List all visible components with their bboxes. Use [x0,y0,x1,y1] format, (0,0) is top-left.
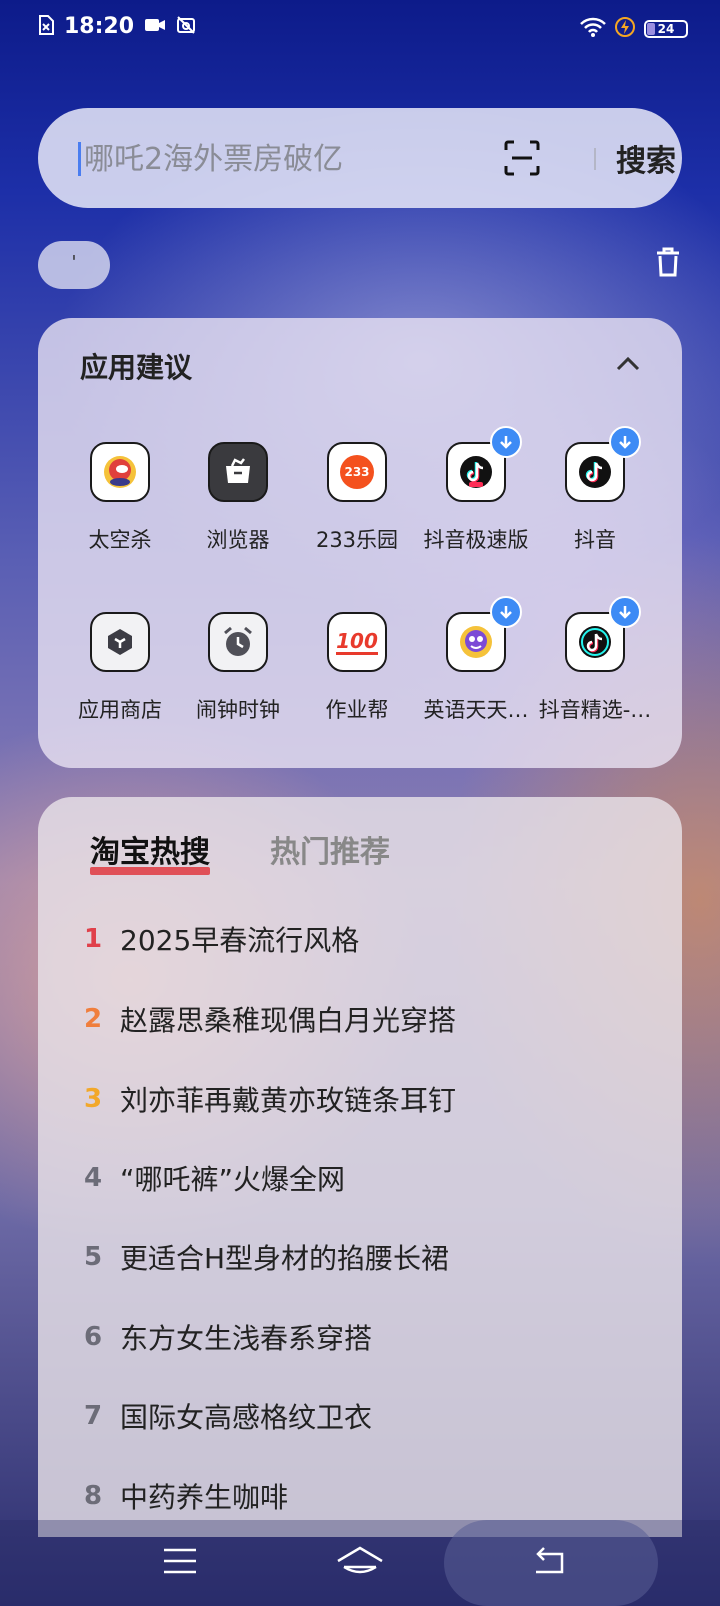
hot-item[interactable]: 7 国际女高感格纹卫衣 [84,1396,372,1436]
back-button[interactable] [510,1520,590,1606]
hot-text: 中药养生咖啡 [120,1481,289,1514]
trash-icon[interactable] [654,246,682,278]
space-kill-icon [90,442,150,502]
hot-text: 东方女生浅春系穿搭 [120,1322,373,1355]
app-label: 233乐园 [315,528,399,552]
hot-rank: 6 [84,1322,103,1352]
hot-rank: 1 [84,924,103,954]
text-caret [78,142,81,176]
fast-charging-icon [614,16,636,42]
search-input[interactable] [82,138,476,180]
chevron-up-icon[interactable] [614,354,642,374]
english-daily-icon [446,596,522,672]
hot-text: 2025早春流行风格 [120,924,360,957]
hot-text: 国际女高感格纹卫衣 [120,1401,373,1434]
hot-item[interactable]: 3 刘亦菲再戴黄亦玫链条耳钉 [84,1079,456,1119]
app-label: 抖音 [574,528,616,552]
app-douyin[interactable]: 抖音 [535,426,655,554]
home-icon [336,1545,384,1581]
hot-text: “哪吒裤”火爆全网 [120,1163,346,1196]
douyin-icon [565,426,641,502]
douyin-featured-icon [565,596,641,672]
sim-icon [38,14,54,39]
download-icon [609,596,641,628]
app-label: 作业帮 [325,698,389,722]
hot-text: 刘亦菲再戴黄亦玫链条耳钉 [120,1084,457,1117]
clock-time: 18:20 [64,14,135,39]
menu-button[interactable] [140,1520,220,1606]
app-suggestions-title: 应用建议 [80,351,193,384]
browser-icon [208,442,268,502]
zuoyebang-icon: 100 [327,612,387,672]
233-icon-text: 233 [340,455,374,489]
video-camera-icon [144,17,166,37]
history-chip[interactable]: ' [38,241,110,289]
search-divider [594,148,596,170]
app-label: 抖音精选-… [538,698,652,722]
back-icon [532,1546,568,1580]
scan-icon[interactable] [502,138,542,178]
search-bar: 搜索 [38,108,682,208]
app-label: 英语天天… [423,698,529,722]
hot-rank: 3 [84,1084,103,1114]
download-icon [609,426,641,458]
hot-item[interactable]: 5 更适合H型身材的掐腰长裙 [84,1237,449,1277]
hot-item[interactable]: 2 赵露思桑稚现偶白月光穿搭 [84,999,456,1039]
alarm-clock-icon [208,612,268,672]
app-douyin-featured[interactable]: 抖音精选-… [535,596,655,724]
search-button[interactable]: 搜索 [616,136,676,180]
tab-hot-recommend[interactable]: 热门推荐 [270,827,390,871]
hot-rank: 5 [84,1242,103,1272]
menu-icon [162,1547,198,1579]
download-icon [490,426,522,458]
hot-search-card: 淘宝热搜 热门推荐 1 2025早春流行风格 2 赵露思桑稚现偶白月光穿搭 3 … [38,797,682,1537]
app-label: 太空杀 [88,528,152,552]
home-button[interactable] [320,1520,400,1606]
battery-icon: 24 [644,20,688,38]
app-233[interactable]: 233 233乐园 [297,442,417,554]
app-douyin-lite[interactable]: 抖音极速版 [416,426,536,554]
app-label: 浏览器 [206,528,270,552]
hot-text: 赵露思桑稚现偶白月光穿搭 [120,1004,457,1037]
app-english-daily[interactable]: 英语天天… [416,596,536,724]
wifi-icon [580,17,606,41]
navigation-bar [0,1520,720,1606]
zuoyebang-icon-text: 100 [336,628,378,655]
hot-rank: 4 [84,1163,103,1193]
app-browser[interactable]: 浏览器 [178,442,298,554]
app-zuoyebang[interactable]: 100 作业帮 [297,612,417,724]
app-label: 闹钟时钟 [196,698,280,722]
hot-rank: 2 [84,1004,103,1034]
hot-item[interactable]: 1 2025早春流行风格 [84,919,359,959]
hot-rank: 7 [84,1401,103,1431]
app-app-store[interactable]: 应用商店 [60,612,180,724]
download-icon [490,596,522,628]
tab-taobao-hot[interactable]: 淘宝热搜 [90,827,210,871]
no-photo-icon [176,15,196,39]
app-suggestions-card: 应用建议 太空杀 浏览器 233 233乐园 抖音极速版 抖音 应用商店 闹钟时… [38,318,682,768]
app-label: 应用商店 [78,698,162,722]
hot-item[interactable]: 4 “哪吒裤”火爆全网 [84,1158,345,1198]
hot-item[interactable]: 6 东方女生浅春系穿搭 [84,1317,372,1357]
battery-level: 24 [657,22,675,36]
233-icon: 233 [327,442,387,502]
app-store-icon [90,612,150,672]
status-bar: 18:20 24 [0,0,720,56]
active-tab-indicator [90,867,210,875]
app-label: 抖音极速版 [423,528,529,552]
douyin-lite-icon [446,426,522,502]
app-alarm-clock[interactable]: 闹钟时钟 [178,612,298,724]
hot-rank: 8 [84,1481,103,1511]
hot-item[interactable]: 8 中药养生咖啡 [84,1476,288,1516]
hot-text: 更适合H型身材的掐腰长裙 [120,1242,450,1275]
app-space-kill[interactable]: 太空杀 [60,442,180,554]
